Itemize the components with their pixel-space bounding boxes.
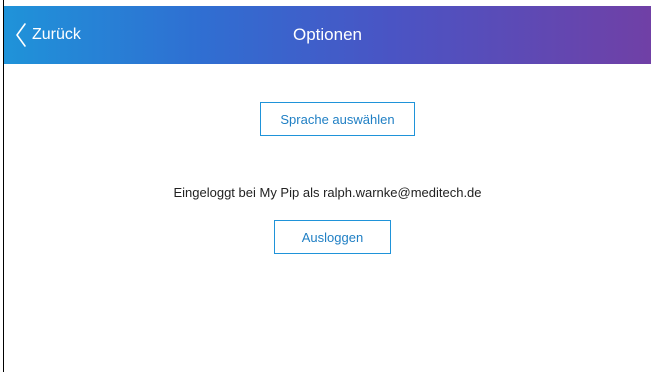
navigation-bar: Zurück Optionen: [4, 6, 651, 64]
back-button-label: Zurück: [32, 26, 81, 43]
logout-button[interactable]: Ausloggen: [274, 220, 391, 254]
options-screen: Zurück Optionen Sprache auswählen Eingel…: [4, 0, 651, 372]
chevron-left-icon: [14, 22, 28, 48]
login-status-text: Eingeloggt bei My Pip als ralph.warnke@m…: [173, 185, 482, 200]
page-title: Optionen: [293, 25, 362, 44]
back-button[interactable]: Zurück: [14, 6, 81, 64]
select-language-button[interactable]: Sprache auswählen: [260, 102, 415, 136]
